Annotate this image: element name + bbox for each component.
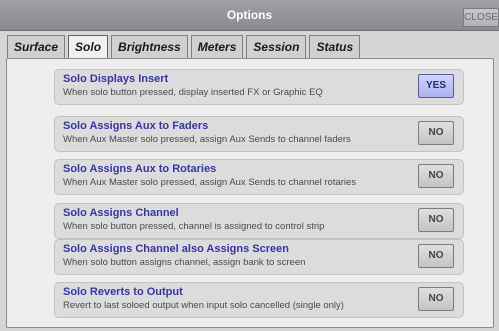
option-solo-assigns-aux-to-rotaries: Solo Assigns Aux to Rotaries When Aux Ma… [54, 159, 464, 195]
options-window: Options CLOSE Surface Solo Brightness Me… [0, 0, 499, 331]
option-title: Solo Assigns Channel [63, 207, 179, 219]
option-title: Solo Displays Insert [63, 73, 169, 85]
option-description: When Aux Master solo pressed, assign Aux… [63, 134, 351, 145]
title-bar: Options CLOSE [0, 0, 499, 31]
option-title: Solo Assigns Aux to Faders [63, 120, 209, 132]
tab-bar: Surface Solo Brightness Meters Session S… [7, 35, 361, 60]
option-description: When solo button pressed, channel is ass… [63, 221, 325, 232]
tab-status[interactable]: Status [309, 35, 361, 58]
solo-assigns-channel-also-assigns-screen-toggle[interactable]: NO [418, 244, 454, 268]
solo-displays-insert-toggle[interactable]: YES [418, 74, 454, 98]
window-title: Options [226, 8, 273, 22]
option-description: When Aux Master solo pressed, assign Aux… [63, 177, 357, 188]
tab-solo[interactable]: Solo [68, 35, 109, 60]
solo-assigns-aux-to-rotaries-toggle[interactable]: NO [418, 164, 454, 188]
solo-assigns-channel-toggle[interactable]: NO [418, 208, 454, 232]
solo-assigns-aux-to-faders-toggle[interactable]: NO [418, 121, 454, 145]
solo-reverts-to-output-toggle[interactable]: NO [418, 287, 454, 311]
option-title: Solo Assigns Channel also Assigns Screen [63, 243, 289, 255]
tab-brightness[interactable]: Brightness [111, 35, 188, 58]
option-solo-reverts-to-output: Solo Reverts to Output Revert to last so… [54, 282, 464, 318]
option-solo-assigns-aux-to-faders: Solo Assigns Aux to Faders When Aux Mast… [54, 116, 464, 152]
option-description: When solo button pressed, display insert… [63, 87, 323, 98]
option-title: Solo Assigns Aux to Rotaries [63, 163, 217, 175]
option-solo-assigns-channel: Solo Assigns Channel When solo button pr… [54, 203, 464, 239]
option-solo-displays-insert: Solo Displays Insert When solo button pr… [54, 69, 464, 105]
solo-options-panel: Solo Displays Insert When solo button pr… [6, 58, 494, 328]
option-solo-assigns-channel-also-assigns-screen: Solo Assigns Channel also Assigns Screen… [54, 239, 464, 275]
tab-surface[interactable]: Surface [7, 35, 66, 58]
option-description: Revert to last soloed output when input … [63, 300, 344, 311]
option-title: Solo Reverts to Output [63, 286, 183, 298]
option-description: When solo button assigns channel, assign… [63, 257, 306, 268]
tab-meters[interactable]: Meters [190, 35, 244, 58]
tab-session[interactable]: Session [246, 35, 307, 58]
close-button[interactable]: CLOSE [463, 8, 499, 27]
